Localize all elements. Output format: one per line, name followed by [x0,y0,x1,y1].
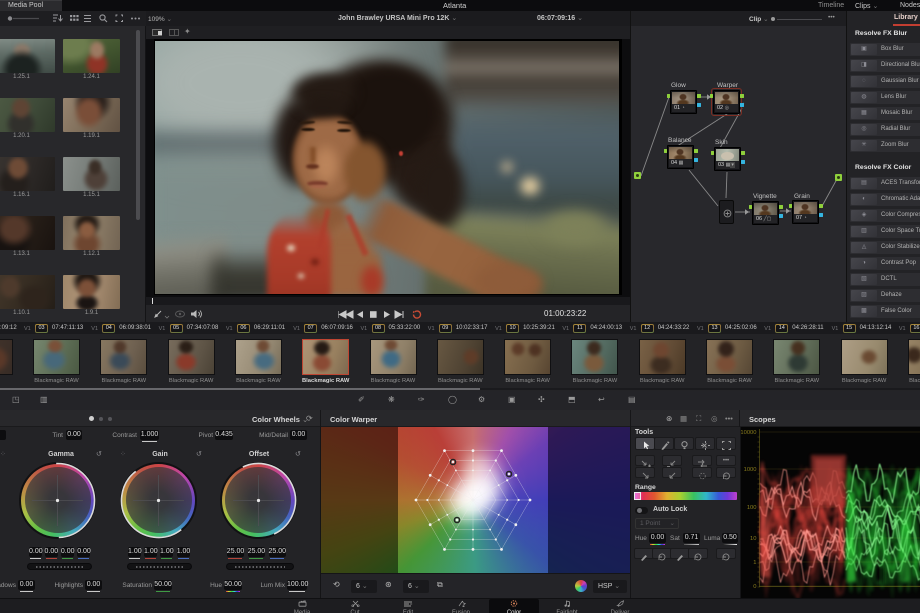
svg-text:10000: 10000 [741,430,757,436]
svg-text:10: 10 [750,536,756,542]
svg-text:1000: 1000 [744,467,757,473]
svg-text:100: 100 [747,505,757,511]
svg-text:1: 1 [753,560,756,566]
svg-text:0: 0 [753,584,756,590]
